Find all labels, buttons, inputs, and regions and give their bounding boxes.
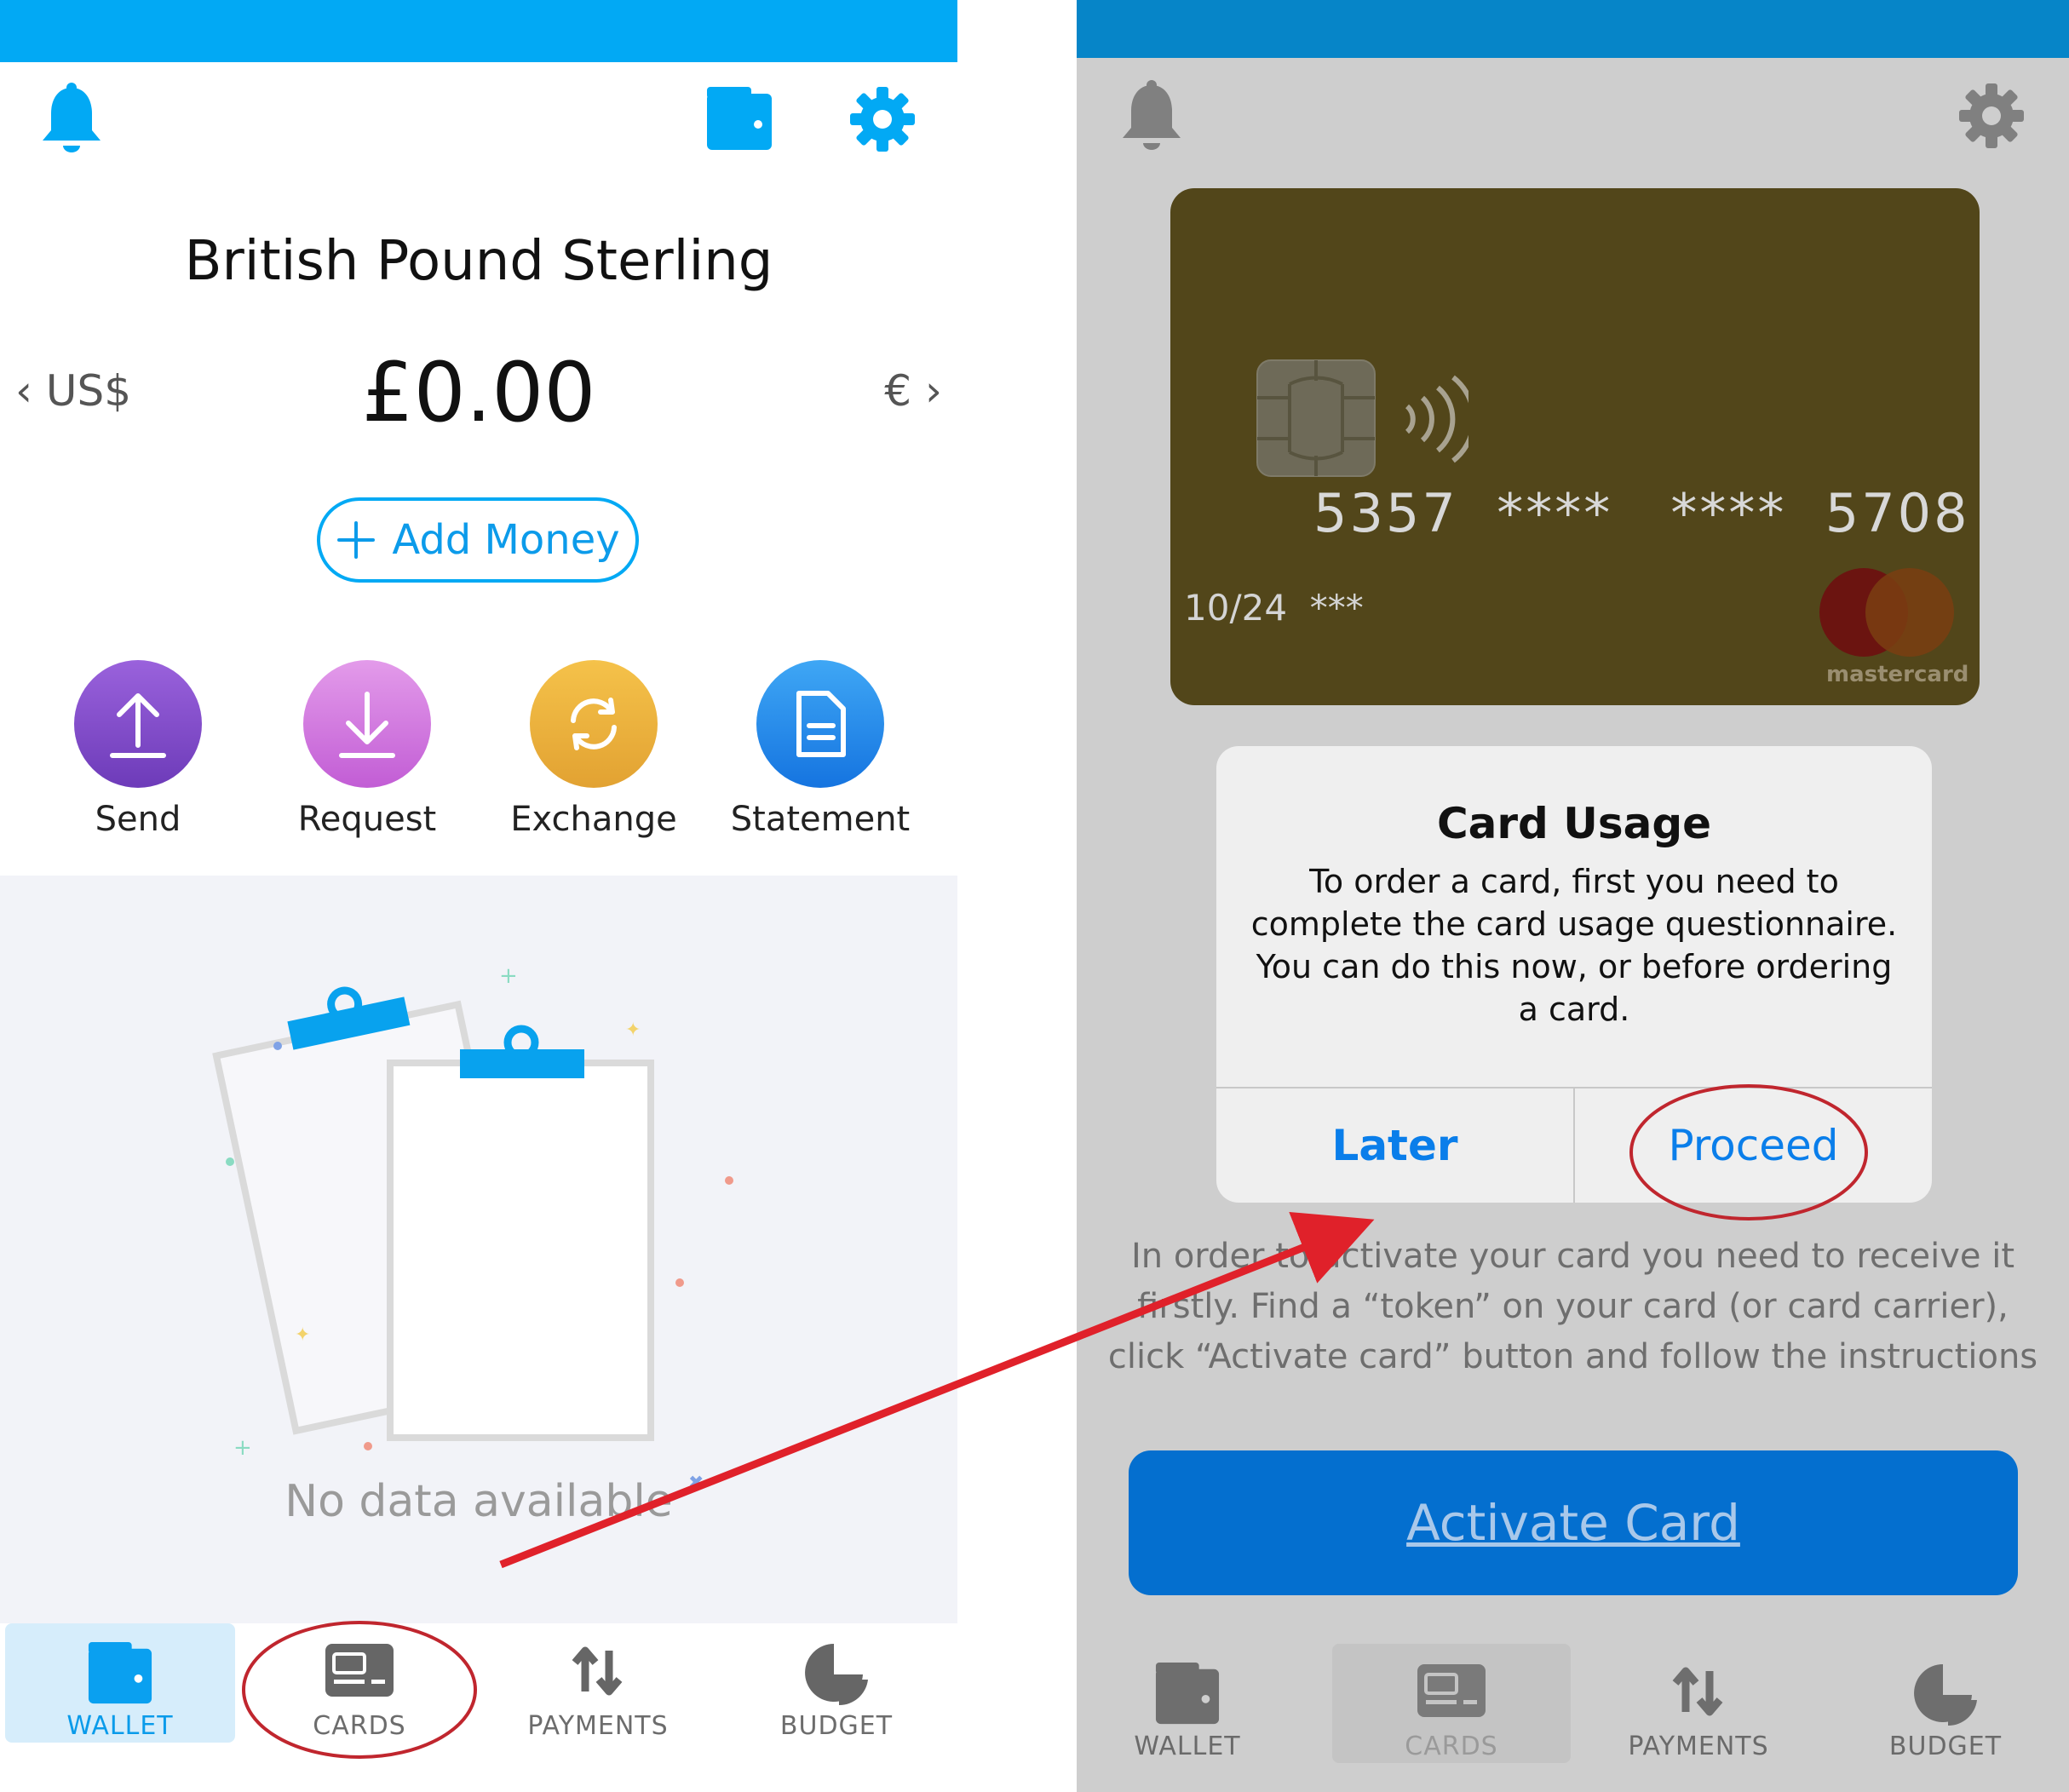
card-icon bbox=[1417, 1664, 1486, 1717]
card-usage-dialog: Card Usage To order a card, first you ne… bbox=[1216, 746, 1932, 1203]
tab-cards-label: CARDS bbox=[1405, 1732, 1498, 1761]
next-currency-button[interactable]: € › bbox=[884, 366, 942, 416]
send-button[interactable]: Send bbox=[36, 660, 240, 839]
plus-icon bbox=[337, 521, 376, 559]
document-icon bbox=[796, 691, 846, 757]
request-label: Request bbox=[297, 800, 437, 839]
dialog-title: Card Usage bbox=[1436, 799, 1712, 848]
exchange-circle bbox=[530, 660, 658, 788]
chip-icon bbox=[1256, 359, 1376, 477]
tab-cards[interactable]: CARDS bbox=[1332, 1644, 1571, 1763]
proceed-button[interactable]: Proceed bbox=[1575, 1088, 1932, 1203]
bell-icon[interactable] bbox=[37, 81, 106, 158]
tab-wallet[interactable]: WALLET bbox=[1077, 1644, 1298, 1763]
exchange-label: Exchange bbox=[510, 800, 677, 839]
card-icon bbox=[325, 1644, 394, 1697]
transfer-arrows-icon bbox=[1672, 1667, 1723, 1716]
activate-card-button[interactable]: Activate Card bbox=[1129, 1450, 2018, 1595]
currency-title: British Pound Sterling bbox=[184, 230, 773, 293]
divider-gap bbox=[957, 0, 1077, 1792]
later-button[interactable]: Later bbox=[1216, 1088, 1573, 1203]
card-expiry: 10/24 *** bbox=[1184, 587, 1364, 629]
status-bar bbox=[0, 0, 957, 62]
upload-arrow-icon bbox=[110, 693, 166, 758]
add-money-button[interactable]: Add Money bbox=[317, 497, 639, 583]
svg-text:✦: ✦ bbox=[295, 1324, 310, 1346]
gear-icon[interactable] bbox=[848, 85, 917, 153]
svg-text:+: + bbox=[233, 1435, 252, 1461]
mastercard-logo bbox=[1819, 568, 1954, 657]
bell-icon[interactable] bbox=[1118, 78, 1186, 155]
tab-wallet-label: WALLET bbox=[66, 1711, 174, 1741]
pie-chart-icon bbox=[805, 1644, 868, 1706]
wallet-icon bbox=[1155, 1662, 1220, 1725]
add-money-label: Add Money bbox=[392, 516, 620, 564]
send-label: Send bbox=[95, 800, 181, 839]
tab-cards-label: CARDS bbox=[313, 1711, 406, 1741]
tab-cards[interactable]: CARDS bbox=[249, 1623, 470, 1743]
pie-chart-icon bbox=[1914, 1664, 1977, 1726]
request-circle bbox=[303, 660, 431, 788]
send-circle bbox=[74, 660, 202, 788]
status-bar bbox=[1077, 0, 2069, 58]
activation-info-text: In order to activate your card you need … bbox=[1107, 1237, 2038, 1376]
request-button[interactable]: Request bbox=[265, 660, 469, 839]
next-currency-label: € bbox=[884, 366, 912, 416]
balance-amount: £0.00 bbox=[361, 345, 596, 440]
chevron-right-icon: › bbox=[925, 366, 942, 416]
svg-text:✦: ✦ bbox=[625, 1019, 641, 1041]
tab-bar: WALLET CARDS PAYMENTS BUDGET bbox=[1077, 1644, 2069, 1792]
tab-budget-label: BUDGET bbox=[1888, 1732, 2003, 1761]
transfer-arrows-icon bbox=[572, 1646, 623, 1696]
tab-wallet-label: WALLET bbox=[1134, 1732, 1241, 1761]
payment-card[interactable]: 5357 **** **** 5708 10/24 *** mastercard bbox=[1170, 188, 1980, 705]
dialog-message: To order a card, first you need to compl… bbox=[1250, 863, 1898, 1028]
tab-payments[interactable]: PAYMENTS bbox=[487, 1623, 709, 1743]
statement-circle bbox=[756, 660, 884, 788]
statement-button[interactable]: Statement bbox=[718, 660, 922, 839]
contactless-icon bbox=[1405, 375, 1468, 463]
tab-wallet[interactable]: WALLET bbox=[5, 1623, 235, 1743]
download-arrow-icon bbox=[339, 692, 395, 758]
card-number: 5357 **** **** 5708 bbox=[1313, 482, 1970, 544]
clipboard-illustration: + + ✦ ✦ ✖ bbox=[212, 963, 733, 1494]
tab-payments-label: PAYMENTS bbox=[1628, 1732, 1769, 1761]
refresh-icon bbox=[571, 698, 617, 750]
statement-label: Statement bbox=[730, 800, 911, 839]
cards-screen: 5357 **** **** 5708 10/24 *** mastercard… bbox=[1077, 0, 2069, 1792]
tab-bar: WALLET CARDS PAYMENTS BUDGET bbox=[0, 1623, 957, 1792]
wallet-screen: British Pound Sterling ‹ US$ £0.00 € › A… bbox=[0, 0, 957, 1792]
svg-text:+: + bbox=[499, 963, 518, 989]
empty-state-text: No data available bbox=[284, 1476, 673, 1527]
tab-budget[interactable]: BUDGET bbox=[1835, 1644, 2056, 1763]
wallet-icon bbox=[88, 1641, 152, 1704]
tab-budget[interactable]: BUDGET bbox=[726, 1623, 947, 1743]
wallet-icon[interactable] bbox=[705, 85, 773, 153]
tab-budget-label: BUDGET bbox=[779, 1711, 894, 1741]
card-brand: mastercard bbox=[1826, 662, 1969, 687]
exchange-button[interactable]: Exchange bbox=[491, 660, 696, 839]
tab-payments-label: PAYMENTS bbox=[527, 1711, 669, 1741]
tab-payments[interactable]: PAYMENTS bbox=[1588, 1644, 1809, 1763]
gear-icon[interactable] bbox=[1957, 82, 2026, 150]
